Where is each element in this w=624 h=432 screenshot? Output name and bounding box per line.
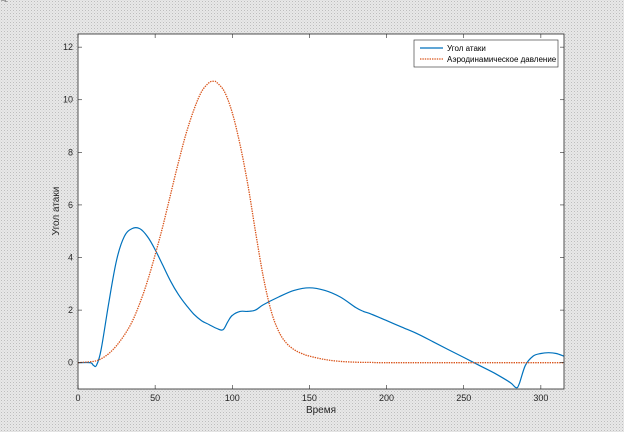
y-tick-label: 2 xyxy=(68,305,73,315)
x-tick-label: 300 xyxy=(533,393,548,403)
y-tick-label: 0 xyxy=(68,358,73,368)
x-axis-title: Время xyxy=(306,405,336,416)
plot-area xyxy=(78,34,564,389)
x-tick-label: 100 xyxy=(225,393,240,403)
x-tick-label: 250 xyxy=(456,393,471,403)
x-tick-label: 0 xyxy=(75,393,80,403)
y-axis-title: Угол атаки xyxy=(51,187,62,236)
y-tick-label: 12 xyxy=(63,42,73,52)
y-tick-label: 6 xyxy=(68,200,73,210)
x-tick-label: 150 xyxy=(302,393,317,403)
legend-label-angle-of-attack: Угол атаки xyxy=(447,44,486,53)
x-tick-label: 200 xyxy=(379,393,394,403)
x-tick-label: 50 xyxy=(150,393,160,403)
y-tick-label: 4 xyxy=(68,253,73,263)
legend-label-aero-pressure: Аэродинамическое давление xyxy=(447,55,557,64)
y-tick-label: 8 xyxy=(68,147,73,157)
chart: 0 50 100 150 200 250 300 0 2 4 6 8 10 12 Время Угол а… xyxy=(51,33,565,416)
legend: Угол атаки Аэродинамическое давление xyxy=(413,39,559,68)
y-tick-label: 10 xyxy=(63,95,73,105)
